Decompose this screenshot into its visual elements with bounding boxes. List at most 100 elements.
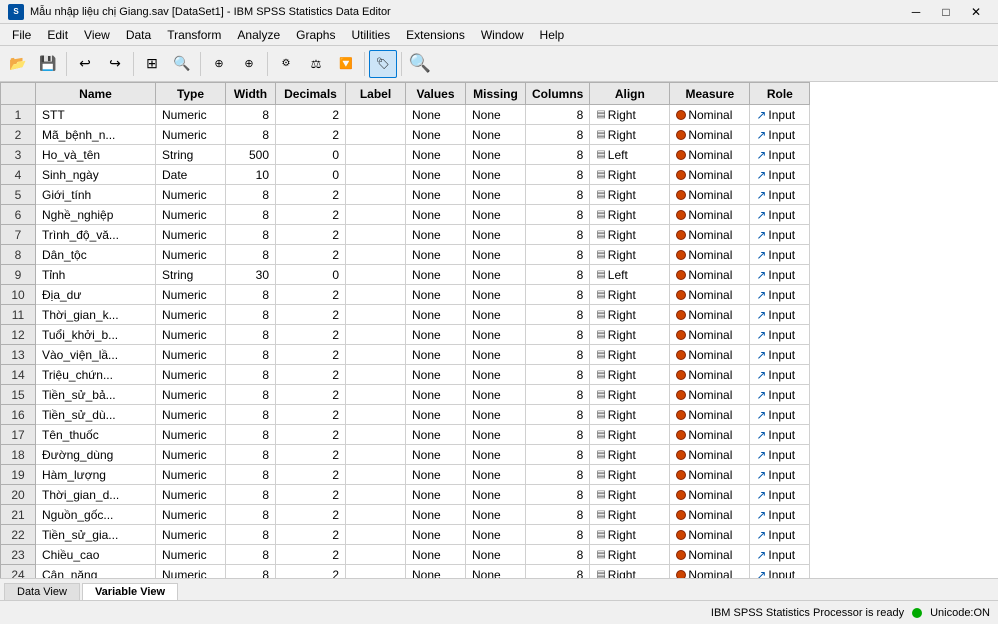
- cell-missing[interactable]: None: [466, 445, 526, 465]
- table-row[interactable]: 24Cân_nặngNumeric82NoneNone8▤RightNomina…: [1, 565, 810, 579]
- cell-type[interactable]: Numeric: [156, 125, 226, 145]
- menu-transform[interactable]: Transform: [159, 26, 229, 44]
- cell-values[interactable]: None: [406, 345, 466, 365]
- cell-measure[interactable]: Nominal: [670, 505, 750, 525]
- cell-role[interactable]: ↗Input: [750, 545, 810, 565]
- redo-button[interactable]: ↪: [101, 50, 129, 78]
- cell-missing[interactable]: None: [466, 105, 526, 125]
- cell-decimals[interactable]: 2: [276, 185, 346, 205]
- cell-name[interactable]: Hàm_lượng: [36, 465, 156, 485]
- cell-align[interactable]: ▤Right: [590, 105, 670, 125]
- cell-decimals[interactable]: 2: [276, 385, 346, 405]
- cell-label[interactable]: [346, 265, 406, 285]
- cell-type[interactable]: Numeric: [156, 425, 226, 445]
- cell-align[interactable]: ▤Right: [590, 325, 670, 345]
- cell-values[interactable]: None: [406, 205, 466, 225]
- menu-window[interactable]: Window: [473, 26, 532, 44]
- cell-name[interactable]: Triệu_chứn...: [36, 365, 156, 385]
- cell-label[interactable]: [346, 285, 406, 305]
- cell-type[interactable]: Numeric: [156, 565, 226, 579]
- cell-decimals[interactable]: 2: [276, 425, 346, 445]
- cell-values[interactable]: None: [406, 325, 466, 345]
- cell-width[interactable]: 8: [226, 225, 276, 245]
- cell-decimals[interactable]: 2: [276, 545, 346, 565]
- menu-edit[interactable]: Edit: [39, 26, 76, 44]
- cell-measure[interactable]: Nominal: [670, 365, 750, 385]
- cell-measure[interactable]: Nominal: [670, 245, 750, 265]
- cell-align[interactable]: ▤Right: [590, 305, 670, 325]
- cell-role[interactable]: ↗Input: [750, 245, 810, 265]
- table-row[interactable]: 8Dân_tộcNumeric82NoneNone8▤RightNominal↗…: [1, 245, 810, 265]
- cell-name[interactable]: Giới_tính: [36, 185, 156, 205]
- cell-missing[interactable]: None: [466, 325, 526, 345]
- cell-width[interactable]: 8: [226, 505, 276, 525]
- cell-missing[interactable]: None: [466, 525, 526, 545]
- cell-decimals[interactable]: 2: [276, 225, 346, 245]
- cell-columns[interactable]: 8: [526, 205, 590, 225]
- cell-type[interactable]: Numeric: [156, 445, 226, 465]
- cell-align[interactable]: ▤Right: [590, 185, 670, 205]
- cell-missing[interactable]: None: [466, 405, 526, 425]
- cell-role[interactable]: ↗Input: [750, 265, 810, 285]
- table-row[interactable]: 5Giới_tínhNumeric82NoneNone8▤RightNomina…: [1, 185, 810, 205]
- cell-values[interactable]: None: [406, 145, 466, 165]
- cell-columns[interactable]: 8: [526, 505, 590, 525]
- cell-decimals[interactable]: 2: [276, 325, 346, 345]
- cell-measure[interactable]: Nominal: [670, 425, 750, 445]
- cell-name[interactable]: Cân_nặng: [36, 565, 156, 579]
- cell-name[interactable]: Thời_gian_k...: [36, 305, 156, 325]
- cell-label[interactable]: [346, 145, 406, 165]
- table-row[interactable]: 6Nghề_nghiệpNumeric82NoneNone8▤RightNomi…: [1, 205, 810, 225]
- minimize-button[interactable]: ─: [902, 1, 930, 23]
- cell-align[interactable]: ▤Right: [590, 425, 670, 445]
- cell-measure[interactable]: Nominal: [670, 545, 750, 565]
- cell-label[interactable]: [346, 325, 406, 345]
- cell-missing[interactable]: None: [466, 165, 526, 185]
- cell-label[interactable]: [346, 465, 406, 485]
- cell-columns[interactable]: 8: [526, 245, 590, 265]
- header-role[interactable]: Role: [750, 83, 810, 105]
- cell-width[interactable]: 500: [226, 145, 276, 165]
- cell-width[interactable]: 8: [226, 545, 276, 565]
- cell-type[interactable]: Numeric: [156, 545, 226, 565]
- cell-measure[interactable]: Nominal: [670, 205, 750, 225]
- cell-columns[interactable]: 8: [526, 365, 590, 385]
- cell-role[interactable]: ↗Input: [750, 505, 810, 525]
- cell-values[interactable]: None: [406, 525, 466, 545]
- cell-columns[interactable]: 8: [526, 345, 590, 365]
- cell-measure[interactable]: Nominal: [670, 285, 750, 305]
- menu-extensions[interactable]: Extensions: [398, 26, 473, 44]
- table-row[interactable]: 10Địa_dưNumeric82NoneNone8▤RightNominal↗…: [1, 285, 810, 305]
- insert-cases-button[interactable]: ⊕: [205, 50, 233, 78]
- cell-values[interactable]: None: [406, 405, 466, 425]
- cell-width[interactable]: 8: [226, 565, 276, 579]
- cell-measure[interactable]: Nominal: [670, 525, 750, 545]
- cell-role[interactable]: ↗Input: [750, 445, 810, 465]
- header-name[interactable]: Name: [36, 83, 156, 105]
- cell-width[interactable]: 8: [226, 405, 276, 425]
- cell-label[interactable]: [346, 125, 406, 145]
- cell-columns[interactable]: 8: [526, 485, 590, 505]
- cell-values[interactable]: None: [406, 385, 466, 405]
- cell-align[interactable]: ▤Right: [590, 465, 670, 485]
- cell-name[interactable]: Địa_dư: [36, 285, 156, 305]
- cell-missing[interactable]: None: [466, 245, 526, 265]
- cell-role[interactable]: ↗Input: [750, 405, 810, 425]
- cell-width[interactable]: 8: [226, 525, 276, 545]
- table-row[interactable]: 12Tuổi_khởi_b...Numeric82NoneNone8▤Right…: [1, 325, 810, 345]
- cell-width[interactable]: 8: [226, 325, 276, 345]
- cell-width[interactable]: 8: [226, 365, 276, 385]
- header-align[interactable]: Align: [590, 83, 670, 105]
- table-row[interactable]: 13Vào_viện_lầ...Numeric82NoneNone8▤Right…: [1, 345, 810, 365]
- cell-label[interactable]: [346, 245, 406, 265]
- cell-missing[interactable]: None: [466, 345, 526, 365]
- cell-columns[interactable]: 8: [526, 465, 590, 485]
- cell-type[interactable]: Numeric: [156, 385, 226, 405]
- cell-values[interactable]: None: [406, 185, 466, 205]
- header-decimals[interactable]: Decimals: [276, 83, 346, 105]
- cell-label[interactable]: [346, 385, 406, 405]
- cell-align[interactable]: ▤Right: [590, 405, 670, 425]
- cell-name[interactable]: Sinh_ngày: [36, 165, 156, 185]
- cell-measure[interactable]: Nominal: [670, 105, 750, 125]
- cell-values[interactable]: None: [406, 225, 466, 245]
